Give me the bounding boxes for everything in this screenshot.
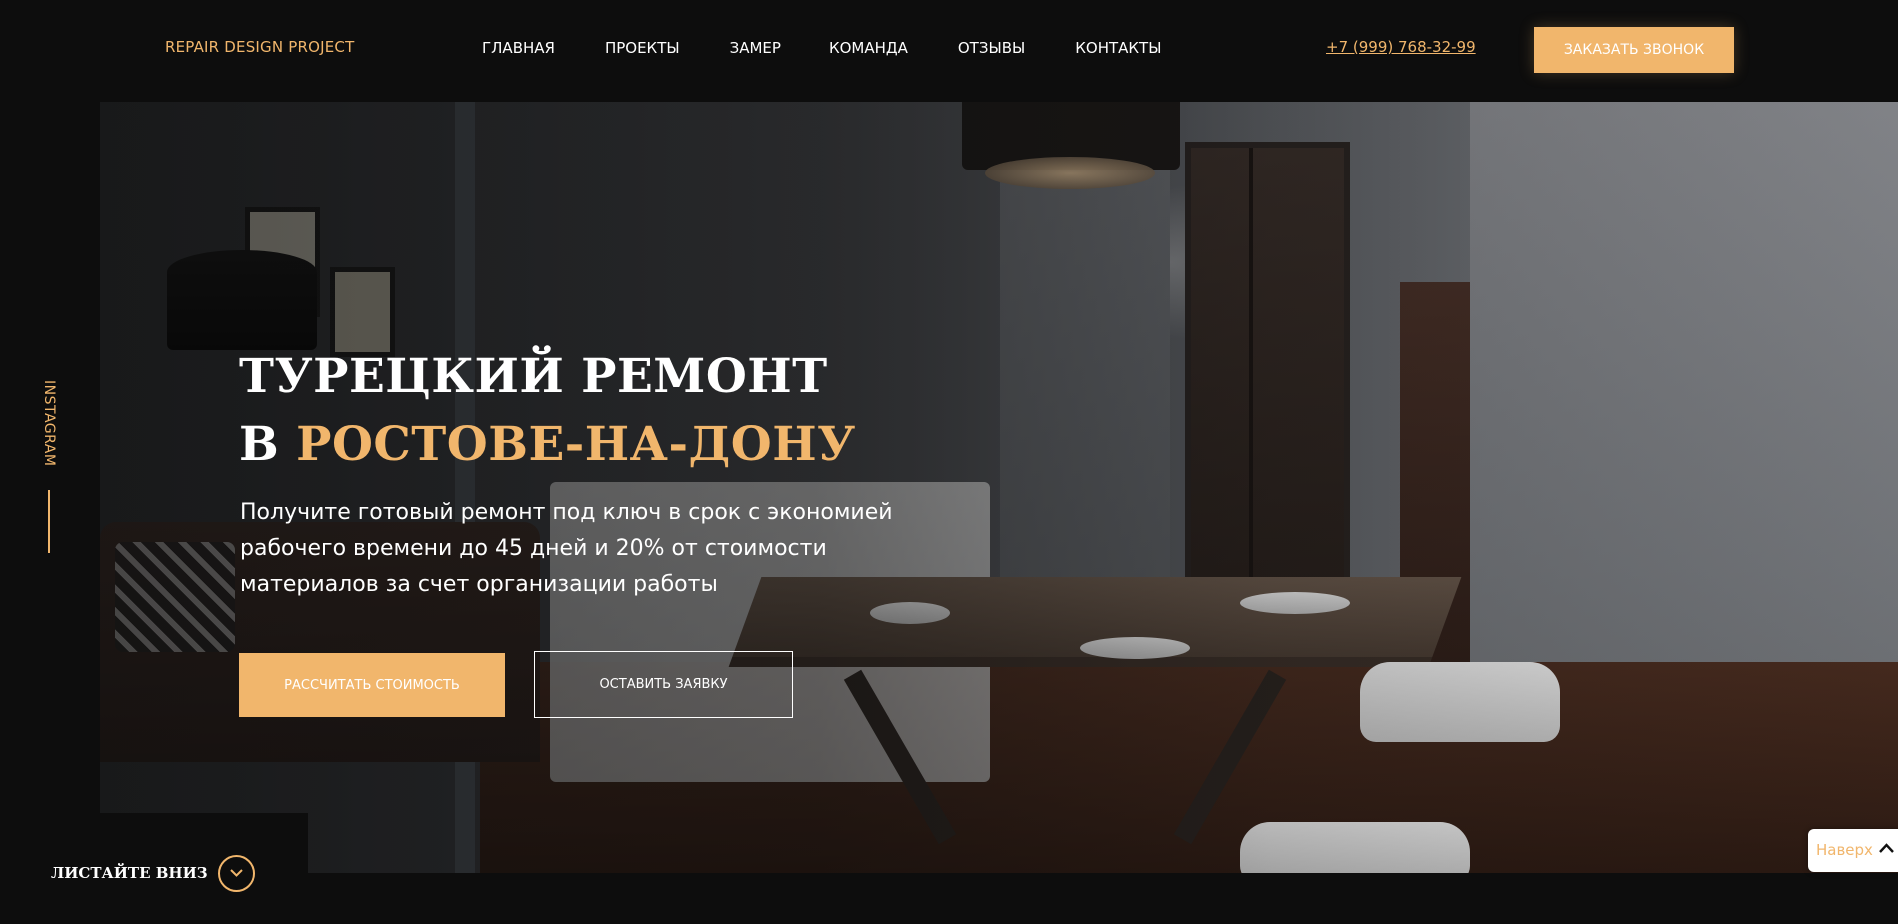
- main-nav: ГЛАВНАЯ ПРОЕКТЫ ЗАМЕР КОМАНДА ОТЗЫВЫ КОН…: [482, 39, 1161, 57]
- hero-title-city: РОСТОВЕ-НА-ДОНУ: [296, 417, 856, 472]
- instagram-divider: [48, 490, 50, 553]
- nav-item-reviews[interactable]: ОТЗЫВЫ: [958, 39, 1025, 57]
- order-call-button[interactable]: ЗАКАЗАТЬ ЗВОНОК: [1534, 27, 1734, 73]
- nav-item-main[interactable]: ГЛАВНАЯ: [482, 39, 555, 57]
- back-to-top-label: Наверх: [1816, 841, 1873, 859]
- nav-item-contacts[interactable]: КОНТАКТЫ: [1075, 39, 1161, 57]
- logo[interactable]: REPAIR DESIGN PROJECT: [165, 38, 354, 56]
- chevron-up-icon: [1879, 843, 1894, 853]
- instagram-link[interactable]: INSTAGRAM: [41, 380, 57, 466]
- scroll-down-label[interactable]: ЛИСТАЙТЕ ВНИЗ: [51, 864, 208, 882]
- site-header: REPAIR DESIGN PROJECT ГЛАВНАЯ ПРОЕКТЫ ЗА…: [0, 0, 1898, 102]
- calculate-cost-button[interactable]: РАССЧИТАТЬ СТОИМОСТЬ: [239, 653, 505, 717]
- nav-item-measure[interactable]: ЗАМЕР: [730, 39, 781, 57]
- hero-overlay: [100, 102, 1898, 873]
- phone-link[interactable]: +7 (999) 768-32-99: [1326, 38, 1476, 56]
- nav-item-projects[interactable]: ПРОЕКТЫ: [605, 39, 680, 57]
- hero-title-line-1: ТУРЕЦКИЙ РЕМОНТ: [239, 349, 828, 404]
- chevron-down-icon[interactable]: [218, 855, 255, 892]
- leave-request-button[interactable]: ОСТАВИТЬ ЗАЯВКУ: [534, 651, 793, 718]
- back-to-top-button[interactable]: Наверх: [1808, 829, 1898, 872]
- hero-section: [100, 102, 1898, 873]
- hero-title-prefix: В: [239, 417, 280, 472]
- nav-item-team[interactable]: КОМАНДА: [829, 39, 908, 57]
- hero-title: ТУРЕЦКИЙ РЕМОНТ В РОСТОВЕ-НА-ДОНУ: [239, 343, 856, 479]
- hero-subtitle: Получите готовый ремонт под ключ в срок …: [240, 500, 893, 597]
